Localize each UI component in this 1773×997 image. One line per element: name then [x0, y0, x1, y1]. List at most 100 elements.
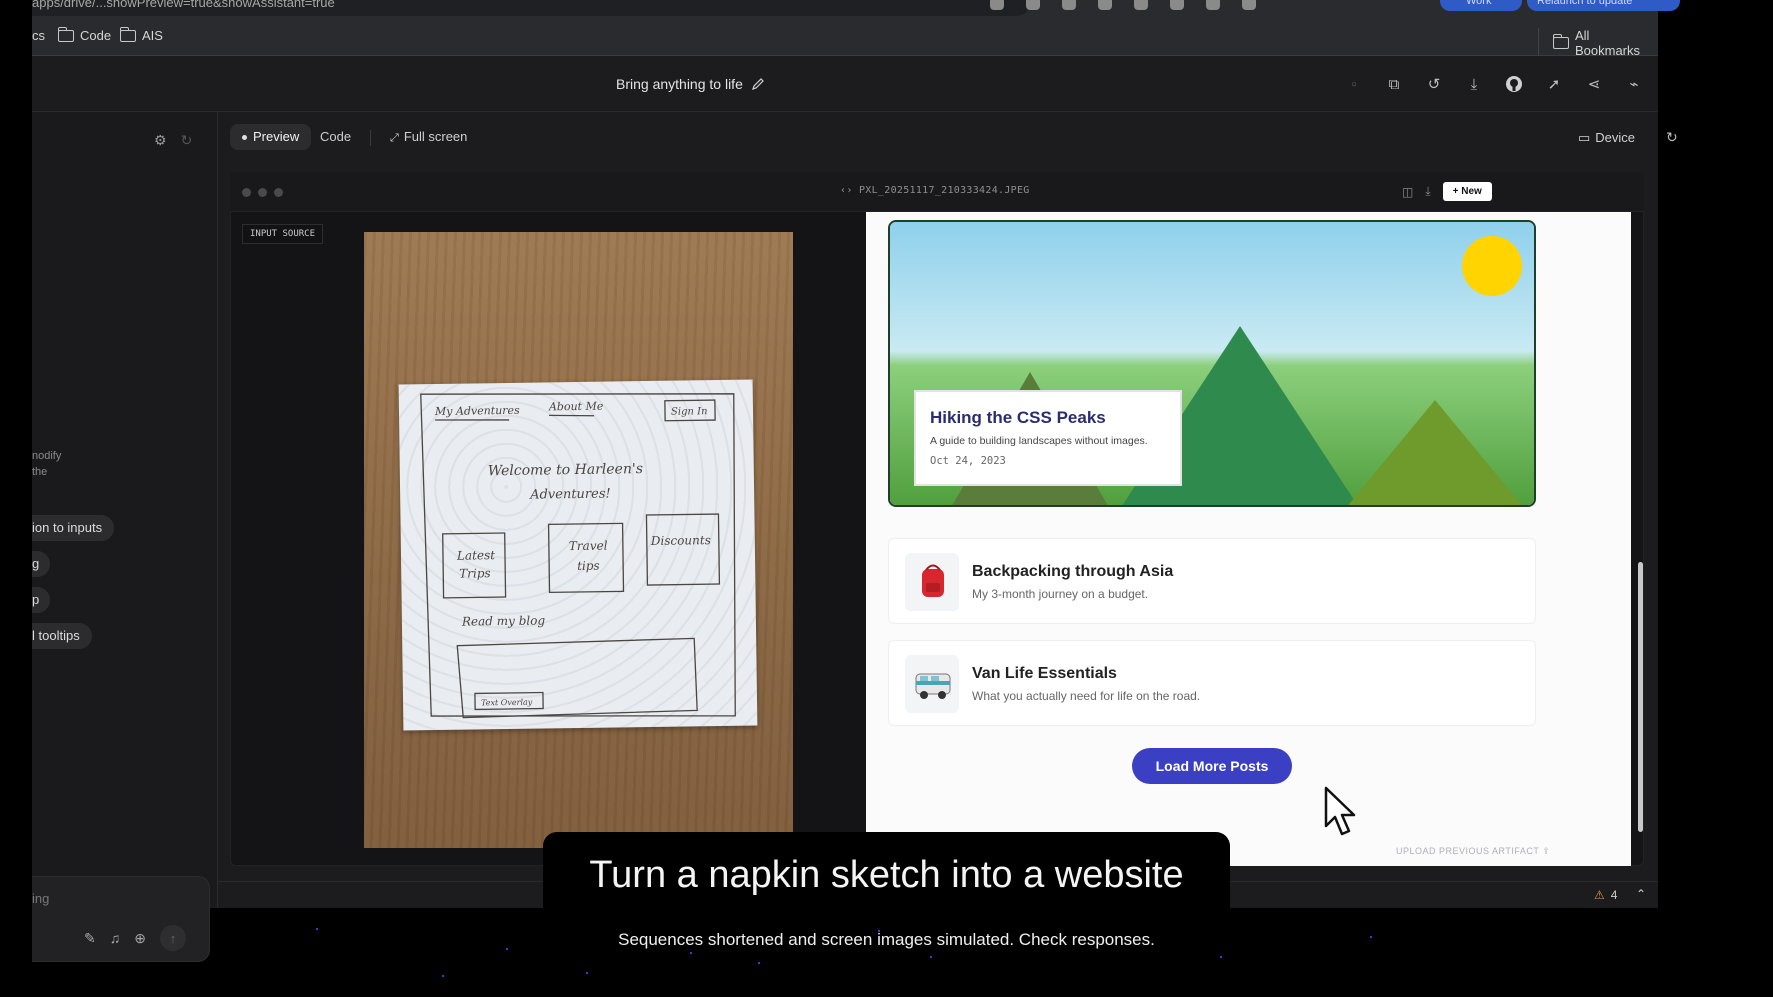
all-bookmarks[interactable]: All Bookmarks — [1538, 28, 1658, 58]
extension-icon[interactable] — [1242, 0, 1256, 10]
download-icon[interactable]: ⤓ — [1464, 74, 1484, 94]
generated-website: Hiking the CSS Peaks A guide to building… — [866, 212, 1631, 866]
sketch-read-blog: Read my blog — [461, 613, 546, 628]
hero-card[interactable]: Hiking the CSS Peaks A guide to building… — [914, 390, 1182, 486]
mouse-cursor-icon — [1324, 786, 1356, 836]
post-desc: My 3-month journey on a budget. — [972, 587, 1149, 601]
code-brackets-icon: ‹› — [840, 185, 859, 196]
settings-gear-icon[interactable]: ⚙ — [154, 132, 167, 149]
tab-code[interactable]: Code — [308, 124, 363, 150]
sketch-nav-adventures: My Adventures — [434, 404, 520, 418]
app-topbar: Bring anything to life ▫ ⧉ ↺ ⤓ ➚ ⋖ ⌁ — [32, 56, 1658, 112]
device-icon: ▭ — [1578, 130, 1591, 145]
post-title[interactable]: Backpacking through Asia — [972, 563, 1173, 581]
preview-scrollbar[interactable] — [1638, 562, 1643, 832]
folder-icon — [1552, 34, 1569, 49]
tab-preview[interactable]: Preview — [230, 124, 312, 150]
project-title[interactable]: Bring anything to life — [616, 76, 765, 92]
sketch-box1-line1: Latest — [456, 548, 495, 563]
hero-banner[interactable]: Hiking the CSS Peaks A guide to building… — [888, 220, 1536, 507]
extension-icon[interactable] — [1026, 0, 1040, 10]
hero-date: Oct 24, 2023 — [930, 455, 1006, 467]
extension-icon[interactable] — [1098, 0, 1112, 10]
share-icon[interactable]: ⋖ — [1584, 74, 1604, 94]
window-dot — [242, 188, 251, 197]
device-button[interactable]: ▭ Device — [1578, 130, 1635, 146]
sun-shape — [1462, 236, 1522, 296]
hide-assistant-icon[interactable]: ⌁ — [1624, 74, 1644, 94]
load-more-button[interactable]: Load More Posts — [1132, 748, 1292, 784]
post-card[interactable]: Backpacking through Asia My 3-month jour… — [888, 538, 1536, 624]
active-dot-icon — [242, 135, 247, 141]
tab-label: Code — [320, 129, 352, 144]
all-bookmarks-label: All Bookmarks — [1574, 28, 1641, 58]
preview-window-tools: ◫ ⤓ + New — [1402, 182, 1492, 201]
suggestion-chip[interactable]: l tooltips — [32, 623, 92, 649]
tab-label: Preview — [253, 129, 300, 144]
edit-pencil-icon[interactable] — [751, 77, 765, 91]
reload-preview-icon[interactable]: ↻ — [1666, 129, 1678, 146]
bookmark-label: AIS — [142, 28, 163, 43]
project-title-text: Bring anything to life — [616, 76, 743, 92]
post-title[interactable]: Van Life Essentials — [972, 665, 1117, 683]
napkin-photo: My Adventures About Me Sign In Welcome t… — [364, 232, 793, 848]
hero-subtitle: A guide to building landscapes without i… — [930, 435, 1148, 447]
van-icon — [915, 673, 951, 699]
address-bar[interactable]: apps/drive/...showPreview=true&showAssis… — [32, 0, 1680, 16]
tab-full-screen[interactable]: ⤢ Full screen — [378, 124, 479, 150]
extension-icon[interactable] — [990, 0, 1004, 10]
bookmark-folder-code[interactable]: Code — [57, 26, 111, 43]
new-button[interactable]: + New — [1442, 182, 1492, 201]
source-filename: ‹› PXL_20251117_210333424.JPEG — [840, 185, 1030, 196]
chat-text-fragment: nodify — [32, 450, 62, 462]
profile-button[interactable]: Work — [1440, 0, 1522, 11]
post-thumbnail — [905, 553, 959, 611]
sketch-nav-signin: Sign In — [671, 406, 708, 418]
bookmark-folder-ais[interactable]: AIS — [119, 26, 163, 43]
split-view-icon[interactable]: ◫ — [1402, 185, 1413, 199]
sketch-welcome-line1: Welcome to Harleen's — [488, 461, 643, 479]
extension-icon[interactable] — [1134, 0, 1148, 10]
chevron-up-icon[interactable]: ⌃ — [1636, 887, 1646, 901]
history-icon[interactable]: ↺ — [1424, 74, 1444, 94]
sketch-button: Text Overlay — [481, 698, 533, 708]
window-controls — [242, 188, 283, 197]
bookmark-item[interactable]: cs — [32, 28, 45, 43]
window-dot — [258, 188, 267, 197]
suggestion-chip[interactable]: ion to inputs — [32, 515, 115, 541]
backpack-icon — [922, 564, 944, 597]
input-source-label: INPUT SOURCE — [242, 224, 324, 244]
deploy-rocket-icon[interactable]: ➚ — [1544, 74, 1564, 94]
sketch-welcome-line2: Adventures! — [529, 487, 611, 503]
tab-label: Full screen — [403, 129, 468, 144]
copy-icon[interactable]: ⧉ — [1384, 74, 1404, 94]
upload-previous-artifact[interactable]: UPLOAD PREVIOUS ARTIFACT ⇪ — [1396, 846, 1550, 857]
suggestion-chip[interactable]: p — [32, 587, 50, 613]
top-actions: ▫ ⧉ ↺ ⤓ ➚ ⋖ ⌁ — [1344, 74, 1644, 94]
preview-window: ‹› PXL_20251117_210333424.JPEG ◫ ⤓ + New… — [230, 172, 1644, 866]
folder-icon — [57, 26, 74, 42]
expand-icon: ⤢ — [390, 132, 399, 144]
suggestion-chip[interactable]: g — [32, 551, 50, 577]
extension-icon[interactable] — [1206, 0, 1220, 10]
warnings-indicator[interactable]: ⚠ 4 — [1594, 888, 1617, 902]
github-icon[interactable] — [1504, 74, 1524, 94]
extension-icon[interactable] — [1062, 0, 1076, 10]
save-icon[interactable]: ▫ — [1344, 74, 1364, 94]
prompt-placeholder: ing — [32, 891, 50, 906]
post-card[interactable]: Van Life Essentials What you actually ne… — [888, 640, 1536, 726]
sketch-nav-about: About Me — [548, 400, 604, 414]
sketch-box2-line2: tips — [577, 559, 600, 573]
window-dot — [274, 188, 283, 197]
assistant-panel: ⚙ ↻ nodify the ion to inputs g p l toolt… — [32, 112, 218, 962]
preview-window-titlebar: ‹› PXL_20251117_210333424.JPEG ◫ ⤓ + New — [230, 172, 1644, 212]
sketch-drawing: My Adventures About Me Sign In Welcome t… — [420, 393, 736, 719]
download-icon[interactable]: ⤓ — [1425, 184, 1430, 199]
preview-toolbar: Preview Code ⤢ Full screen ▭ Device ↻ — [218, 112, 1678, 156]
refresh-icon[interactable]: ↻ — [181, 132, 193, 149]
extension-icon[interactable] — [1170, 0, 1184, 10]
hero-title[interactable]: Hiking the CSS Peaks — [930, 408, 1166, 428]
chat-text-fragment: the — [32, 466, 48, 478]
relaunch-button[interactable]: Relaunch to update — [1527, 0, 1680, 11]
upload-previous-label: UPLOAD PREVIOUS ARTIFACT — [1396, 846, 1540, 856]
